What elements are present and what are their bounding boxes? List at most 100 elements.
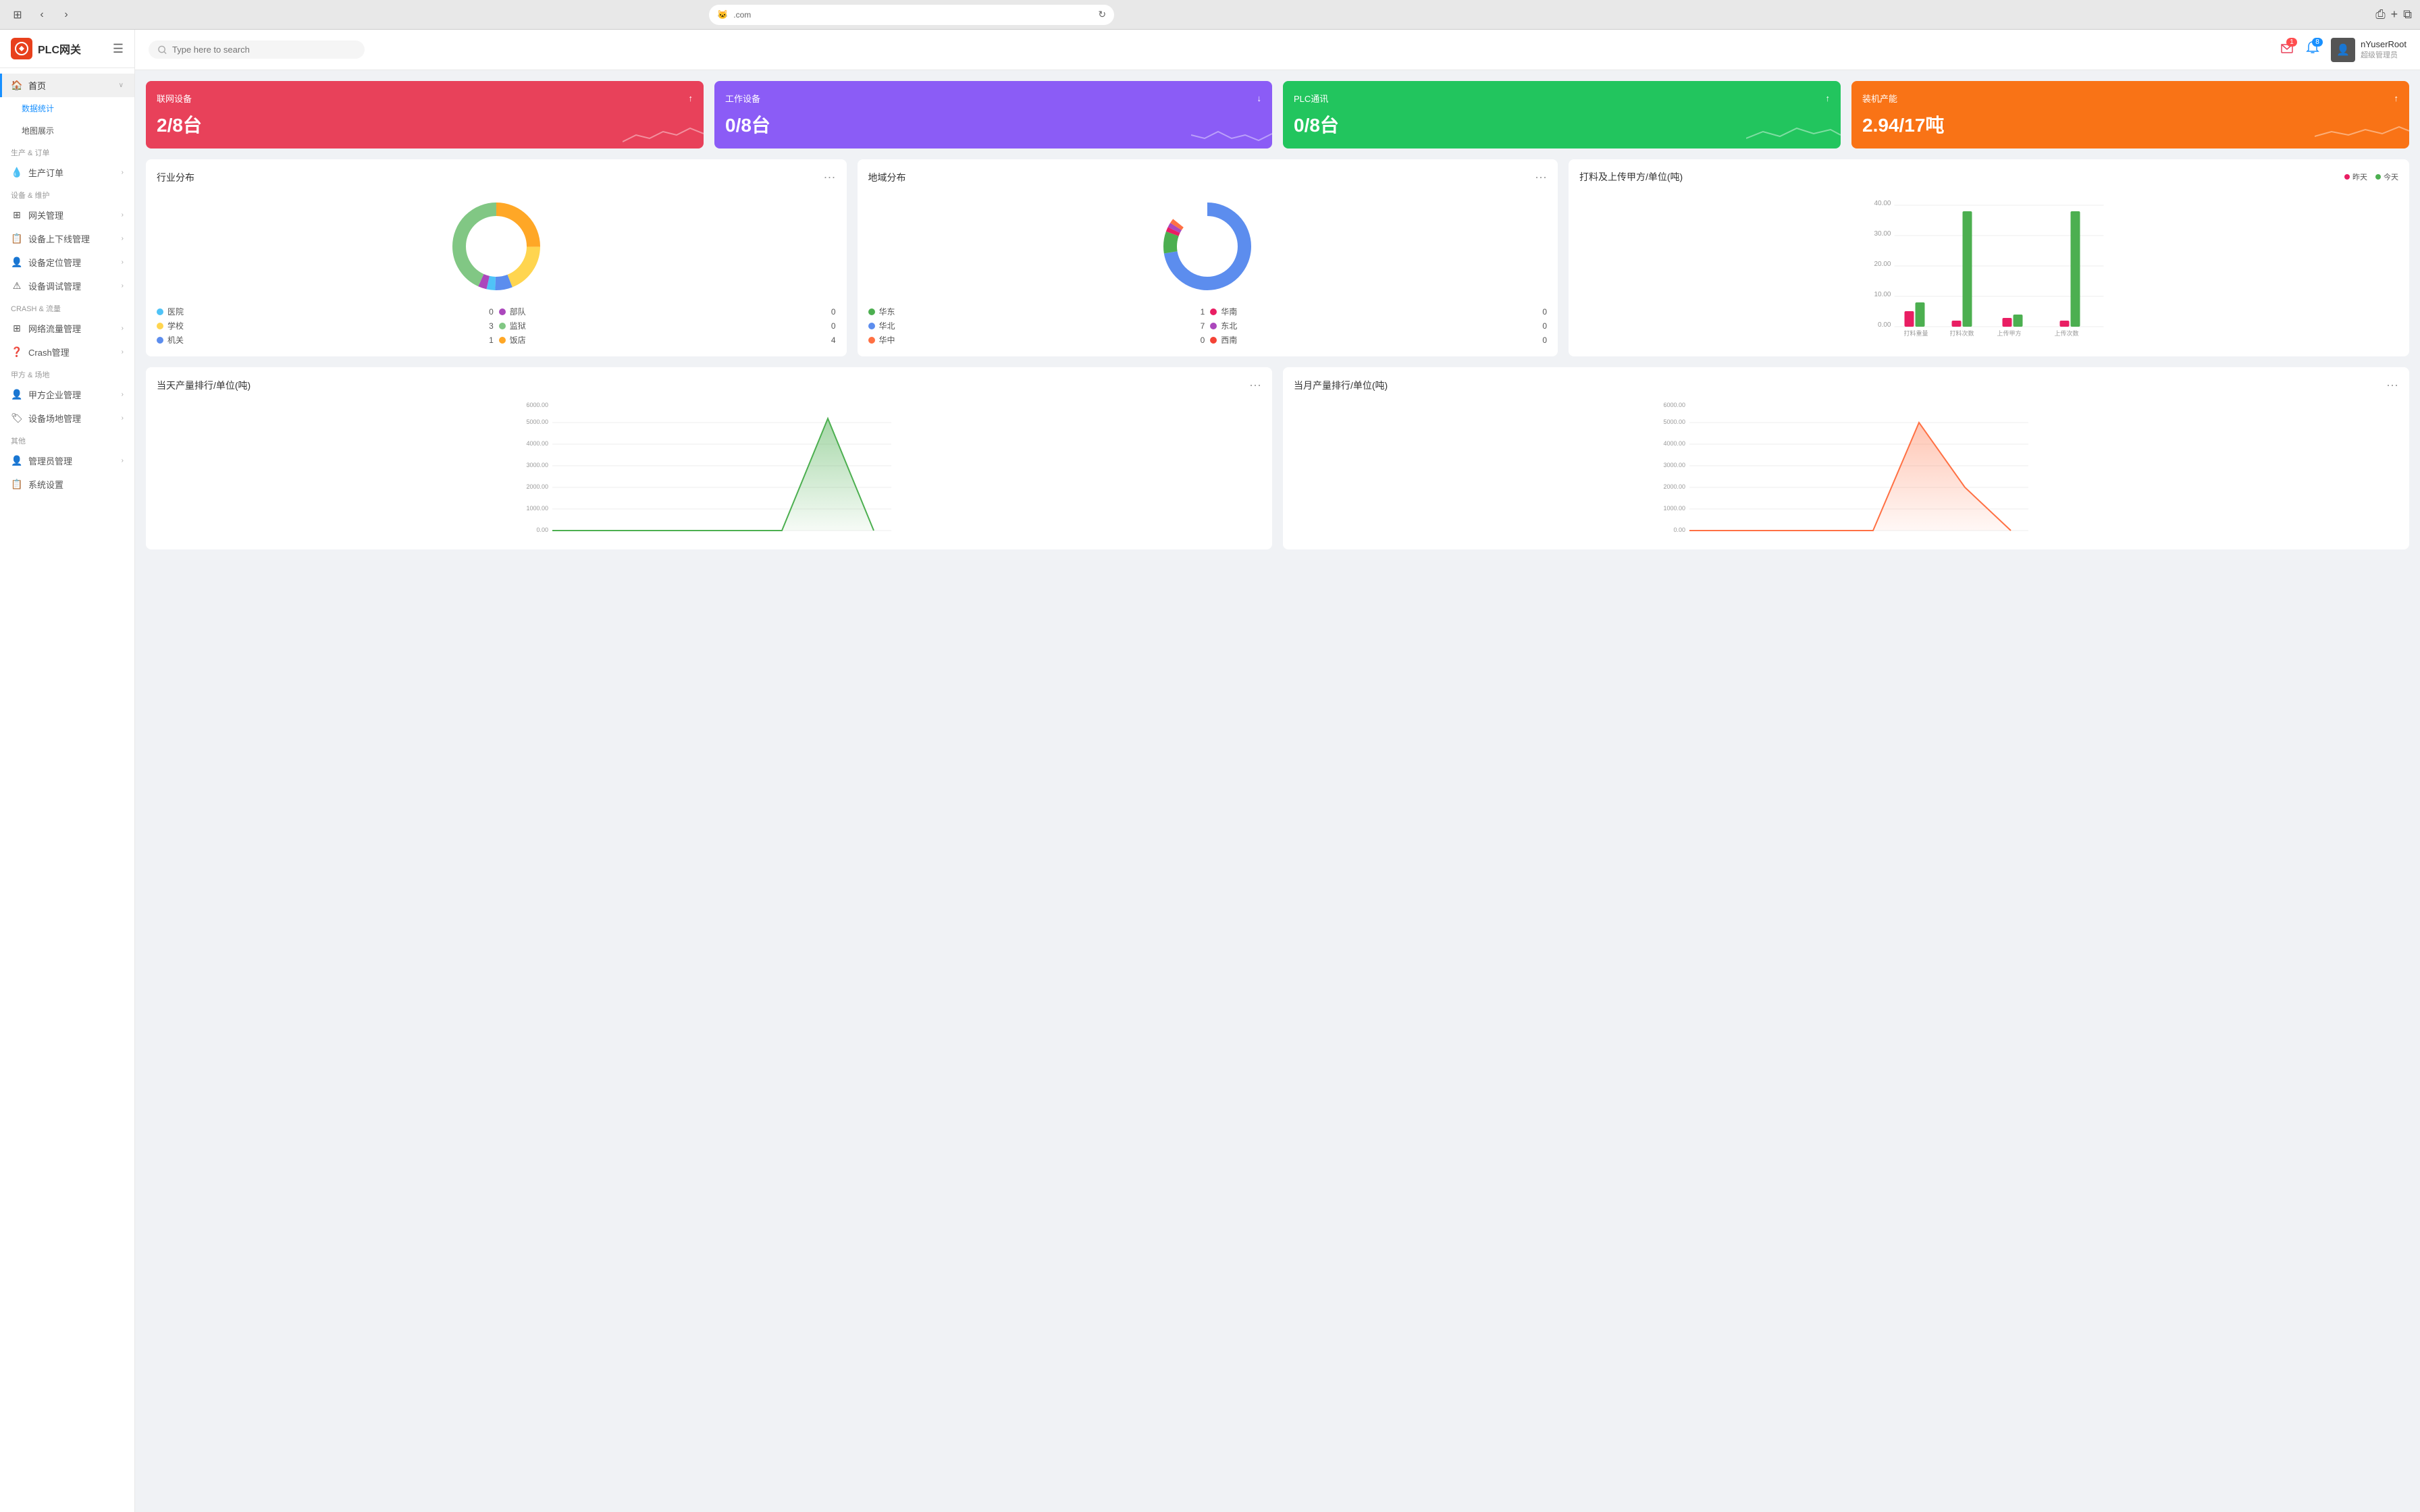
wave-svg-working <box>1191 122 1272 148</box>
sidebar-item-gateway-mgmt[interactable]: ⊞ 网关管理 › <box>0 203 134 227</box>
crash-arrow-icon: › <box>122 348 124 356</box>
search-icon <box>158 45 167 55</box>
bottom-charts: 当天产量排行/单位(吨) ··· 0.00 1000.00 2000.00 30… <box>146 367 2409 549</box>
section-client-label: 甲方 & 场地 <box>0 364 134 383</box>
legend-east: 华东 1 <box>868 306 1205 317</box>
forward-btn[interactable]: › <box>57 5 76 24</box>
sidebar-item-production-order[interactable]: 💧 生产订单 › <box>0 161 134 184</box>
legend-val-east: 1 <box>1201 307 1205 317</box>
bar-legend-yesterday: 昨天 <box>2344 171 2367 182</box>
svg-text:5000.00: 5000.00 <box>1663 418 1685 425</box>
legend-dot-northeast <box>1210 323 1217 329</box>
bar-legend-dot-yesterday <box>2344 174 2350 180</box>
admin-arrow-icon: › <box>122 457 124 464</box>
notif-btn[interactable]: 8 <box>2305 40 2320 59</box>
legend-val-agency: 1 <box>489 335 494 345</box>
sidebar-item-device-debug[interactable]: ⚠ 设备调试管理 › <box>0 274 134 298</box>
svg-text:1000.00: 1000.00 <box>1663 505 1685 512</box>
sidebar-toggle-btn[interactable]: ⊞ <box>8 5 27 24</box>
device-debug-arrow-icon: › <box>122 282 124 290</box>
main-content: 联网设备 ↑ 2/8台 工作设备 ↓ 0/8台 <box>135 70 2420 1512</box>
sidebar-item-device-online-label: 设备上下线管理 <box>28 232 90 245</box>
monthly-chart-more[interactable]: ··· <box>2386 378 2398 392</box>
sidebar-item-device-location-label: 设备定位管理 <box>28 256 81 269</box>
sidebar-item-admin-label: 管理员管理 <box>28 454 72 467</box>
svg-text:6000.00: 6000.00 <box>526 402 548 408</box>
url-bar[interactable]: 🐱 .com ↻ <box>709 5 1114 25</box>
svg-text:30.00: 30.00 <box>1874 230 1891 238</box>
legend-label-central: 华中 <box>879 334 895 346</box>
menu-toggle-btn[interactable]: ☰ <box>113 42 124 56</box>
sidebar-item-system-settings[interactable]: 📋 系统设置 <box>0 473 134 496</box>
svg-text:5000.00: 5000.00 <box>526 418 548 425</box>
bar-chart-title: 打料及上传甲方/单位(吨) <box>1579 170 1683 184</box>
sidebar-item-data-stats[interactable]: 数据统计 <box>0 97 134 119</box>
search-input[interactable] <box>172 45 355 55</box>
sidebar-item-production-label: 生产订单 <box>28 166 63 179</box>
legend-dot-prison <box>499 323 506 329</box>
legend-val-central: 0 <box>1201 335 1205 345</box>
stat-card-working-title: 工作设备 <box>725 92 760 105</box>
daily-chart-more[interactable]: ··· <box>1249 378 1261 392</box>
svg-text:1000.00: 1000.00 <box>526 505 548 512</box>
add-tab-icon[interactable]: + <box>2391 7 2398 22</box>
sidebar-header: PLC网关 ☰ <box>0 30 134 68</box>
legend-dot-school <box>157 323 163 329</box>
section-crash-label: CRASH & 流量 <box>0 298 134 317</box>
share-icon[interactable]: ⎙ <box>2375 7 2385 22</box>
refresh-btn[interactable]: ↻ <box>1098 9 1106 20</box>
legend-dot-south <box>1210 308 1217 315</box>
industry-legend: 医院 0 部队 0 学校 3 <box>157 306 836 346</box>
back-btn[interactable]: ‹ <box>32 5 51 24</box>
production-order-icon: 💧 <box>11 167 23 179</box>
user-role: 超级管理员 <box>2361 49 2406 60</box>
favicon: 🐱 <box>717 9 728 20</box>
stat-card-capacity-arrow: ↑ <box>2394 93 2399 103</box>
sidebar-item-crash-mgmt[interactable]: ❓ Crash管理 › <box>0 340 134 364</box>
stat-card-capacity-title: 装机产能 <box>1862 92 1897 105</box>
message-btn[interactable]: 1 <box>2280 40 2294 59</box>
region-chart-more[interactable]: ··· <box>1535 170 1547 184</box>
sidebar-item-home-label: 首页 <box>28 79 46 92</box>
sidebar-item-device-online[interactable]: 📋 设备上下线管理 › <box>0 227 134 250</box>
sidebar-item-device-location[interactable]: 👤 设备定位管理 › <box>0 250 134 274</box>
region-donut-svg <box>1153 192 1261 300</box>
industry-chart-more[interactable]: ··· <box>824 170 836 184</box>
industry-chart-title: 行业分布 <box>157 171 194 184</box>
legend-label-south: 华南 <box>1221 306 1237 317</box>
sidebar-item-client-company[interactable]: 👤 甲方企业管理 › <box>0 383 134 406</box>
svg-text:4000.00: 4000.00 <box>1663 440 1685 447</box>
user-info: 👤 nYuserRoot 超级管理员 <box>2331 38 2406 62</box>
legend-southwest: 西南 0 <box>1210 334 1547 346</box>
message-badge: 1 <box>2286 38 2297 47</box>
device-online-icon: 📋 <box>11 233 23 245</box>
wave-svg-plc <box>1746 122 1841 148</box>
legend-val-hospital: 0 <box>489 307 494 317</box>
legend-school: 学校 3 <box>157 320 494 331</box>
sidebar-item-map-display-label: 地图展示 <box>22 125 54 136</box>
stat-card-plc-title: PLC通讯 <box>1294 92 1328 105</box>
home-arrow-icon: ∨ <box>119 82 124 89</box>
legend-val-north: 7 <box>1201 321 1205 331</box>
svg-text:3000.00: 3000.00 <box>1663 462 1685 468</box>
bar-legend-dot-today <box>2375 174 2381 180</box>
sidebar-item-network-flow-label: 网络流量管理 <box>28 322 81 335</box>
sidebar-item-admin-mgmt[interactable]: 👤 管理员管理 › <box>0 449 134 473</box>
stat-card-capacity: 装机产能 ↑ 2.94/17吨 <box>1851 81 2409 148</box>
monthly-chart-svg: 0.00 1000.00 2000.00 3000.00 4000.00 500… <box>1294 400 2398 535</box>
legend-val-restaurant: 4 <box>831 335 836 345</box>
sidebar-item-home[interactable]: 🏠 首页 ∨ <box>0 74 134 97</box>
sidebar-item-network-flow[interactable]: ⊞ 网络流量管理 › <box>0 317 134 340</box>
sidebar-item-device-site[interactable]: 🏷 设备场地管理 › <box>0 406 134 430</box>
legend-south: 华南 0 <box>1210 306 1547 317</box>
header-actions: 1 8 👤 nYuserRoot 超级管理员 <box>2280 38 2406 62</box>
legend-army: 部队 0 <box>499 306 836 317</box>
search-box[interactable] <box>149 40 365 59</box>
legend-label-prison: 监狱 <box>510 320 526 331</box>
sidebar-item-map-display[interactable]: 地图展示 <box>0 119 134 142</box>
device-location-arrow-icon: › <box>122 259 124 266</box>
copy-icon[interactable]: ⧉ <box>2403 7 2412 22</box>
region-chart-card: 地域分布 ··· <box>858 159 1558 356</box>
svg-text:打料次数: 打料次数 <box>1949 329 1974 337</box>
legend-val-northeast: 0 <box>1542 321 1547 331</box>
